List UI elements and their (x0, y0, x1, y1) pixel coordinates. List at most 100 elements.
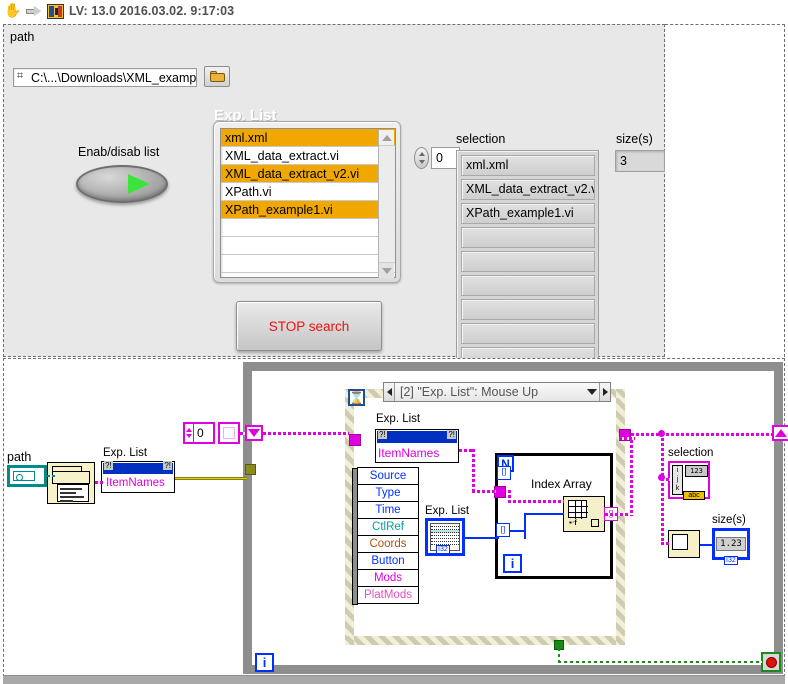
array-cell[interactable] (461, 323, 595, 344)
event-data-node[interactable]: Source Type Time CtlRef Coords Button Mo… (352, 467, 419, 605)
listbox-scrollbar[interactable] (378, 130, 395, 278)
while-loop-tunnel-down[interactable] (245, 425, 263, 441)
path-glyph-icon (13, 471, 35, 481)
exp-list-terminal[interactable]: I32 (425, 518, 465, 556)
size-display: 1.23 (716, 537, 746, 551)
front-panel-right-margin (665, 24, 785, 357)
array-cell[interactable] (461, 299, 595, 320)
list-folder-vi[interactable] (47, 462, 95, 504)
title-bar: ✋ LV: 13.0 2016.03.02. 9:17:03 (0, 0, 788, 22)
spinner-arrows-icon[interactable] (414, 147, 429, 169)
selection-indicator-terminal[interactable]: ijk 123 abc (668, 461, 710, 500)
array-index-icon: ijk (672, 465, 683, 495)
wire-explist-to-forloop (465, 537, 499, 539)
block-diagram-scrollbar[interactable] (3, 675, 785, 684)
property-node-bar (103, 461, 173, 474)
event-data-node-handle (352, 468, 358, 605)
next-case-arrow-icon[interactable] (599, 383, 610, 401)
array-cell[interactable]: XML_data_extract_v2.vi (461, 179, 595, 200)
path-value: C:\...\Downloads\XML_example (31, 70, 196, 85)
path-terminal-label: path (7, 450, 32, 464)
array-cell[interactable] (461, 227, 595, 248)
array-size-function[interactable] (668, 530, 700, 558)
wire-folder-to-property (95, 481, 105, 484)
switch-body (76, 165, 168, 203)
size-indicator-terminal[interactable]: 1.23 I32 (712, 528, 750, 565)
list-item[interactable]: XPath_example1.vi (221, 201, 395, 219)
exp-list-property-node-left[interactable]: ItemNames (101, 461, 175, 493)
prev-case-arrow-icon[interactable] (384, 383, 395, 401)
numeric-control-terminal[interactable]: 0 (183, 422, 215, 444)
event-data-button: Button (358, 553, 418, 570)
event-data-source: Source (358, 468, 418, 485)
list-item[interactable] (221, 237, 395, 255)
wire-index-input-up (524, 513, 526, 539)
wire-index-out (605, 513, 633, 516)
enable-disable-list-switch[interactable] (76, 165, 168, 205)
selection-label: selection (456, 132, 506, 146)
string-type-icon: abc (683, 491, 705, 500)
exp-list-property-node[interactable]: ItemNames (375, 429, 459, 463)
labview-vi-icon[interactable] (47, 3, 64, 19)
browse-folder-button[interactable] (204, 66, 230, 87)
stop-search-button[interactable]: STOP search (236, 301, 382, 351)
scroll-up-icon[interactable] (379, 130, 395, 145)
wire-path-to-folder (47, 475, 55, 477)
event-data-platmods: PlatMods (364, 589, 412, 601)
string-constant[interactable] (218, 422, 240, 444)
while-loop-tunnel-array[interactable] (245, 464, 256, 475)
wire-stop-to-terminal (558, 661, 762, 663)
event-case-selector-box[interactable]: [2] "Exp. List": Mouse Up (383, 382, 611, 402)
event-structure-input-tunnel[interactable] (349, 434, 361, 446)
event-case-selector[interactable]: [2] "Exp. List": Mouse Up (345, 382, 625, 404)
wire-to-forloop (472, 490, 496, 493)
path-control-terminal[interactable] (7, 465, 47, 487)
wire-index-input-h (524, 513, 564, 515)
event-data-type: Type (358, 485, 418, 502)
index-spinner[interactable]: 0 (414, 147, 460, 171)
event-data-coords: Coords (358, 536, 418, 553)
exp-list-type-label: I32 (436, 545, 450, 554)
wire-property-down (472, 449, 475, 493)
stop-icon (765, 656, 777, 668)
path-input[interactable]: C:\...\Downloads\XML_example (13, 68, 197, 87)
array-cell[interactable] (461, 251, 595, 272)
size-label: size(s) (616, 132, 653, 146)
scroll-down-icon[interactable] (379, 263, 395, 278)
list-item[interactable]: XPath.vi (221, 183, 395, 201)
front-panel: path C:\...\Downloads\XML_example Enab/d… (3, 24, 665, 375)
exp-list-property-label-left: Exp. List (103, 447, 148, 459)
list-item[interactable]: xml.xml (221, 129, 395, 147)
list-item[interactable] (221, 255, 395, 273)
wire-down-to-size (661, 478, 664, 544)
for-loop-array-tunnel[interactable]: [] (497, 466, 511, 480)
property-name: ItemNames (378, 446, 440, 460)
wire-to-event-output (619, 437, 635, 440)
wire-junction (658, 474, 665, 481)
folder-browse-icon (209, 71, 225, 82)
property-node-bar (377, 430, 457, 443)
for-loop-iterator: i (503, 554, 522, 573)
scrollbar-track[interactable] (379, 145, 395, 263)
index-array-function[interactable]: ▪⋅f (563, 496, 605, 532)
path-type-icon (16, 70, 29, 85)
chevron-down-icon[interactable] (585, 389, 599, 395)
array-cell[interactable] (461, 275, 595, 296)
wire-to-size-fn (661, 542, 671, 545)
stop-button-terminal[interactable] (761, 652, 781, 672)
for-loop-index-tunnel[interactable]: [] (496, 523, 510, 537)
list-item[interactable] (221, 219, 395, 237)
exp-list-listbox[interactable]: xml.xml XML_data_extract.vi XML_data_ext… (220, 128, 396, 278)
numeric-spinner-icon[interactable] (185, 424, 194, 442)
while-loop-tunnel-up[interactable] (772, 425, 788, 441)
array-cell[interactable]: XPath_example1.vi (461, 203, 595, 224)
index-array-label: Index Array (531, 477, 592, 491)
wire-event-to-right (631, 433, 773, 436)
wire-string-to-tunnel (240, 432, 246, 435)
array-cell[interactable]: xml.xml (461, 155, 595, 176)
wire-itemnames-to-tunnel (175, 477, 247, 480)
list-item[interactable]: XML_data_extract.vi (221, 147, 395, 165)
event-data-ctlref: CtlRef (358, 519, 418, 536)
run-arrow-icon[interactable] (26, 5, 42, 17)
list-item[interactable]: XML_data_extract_v2.vi (221, 165, 395, 183)
